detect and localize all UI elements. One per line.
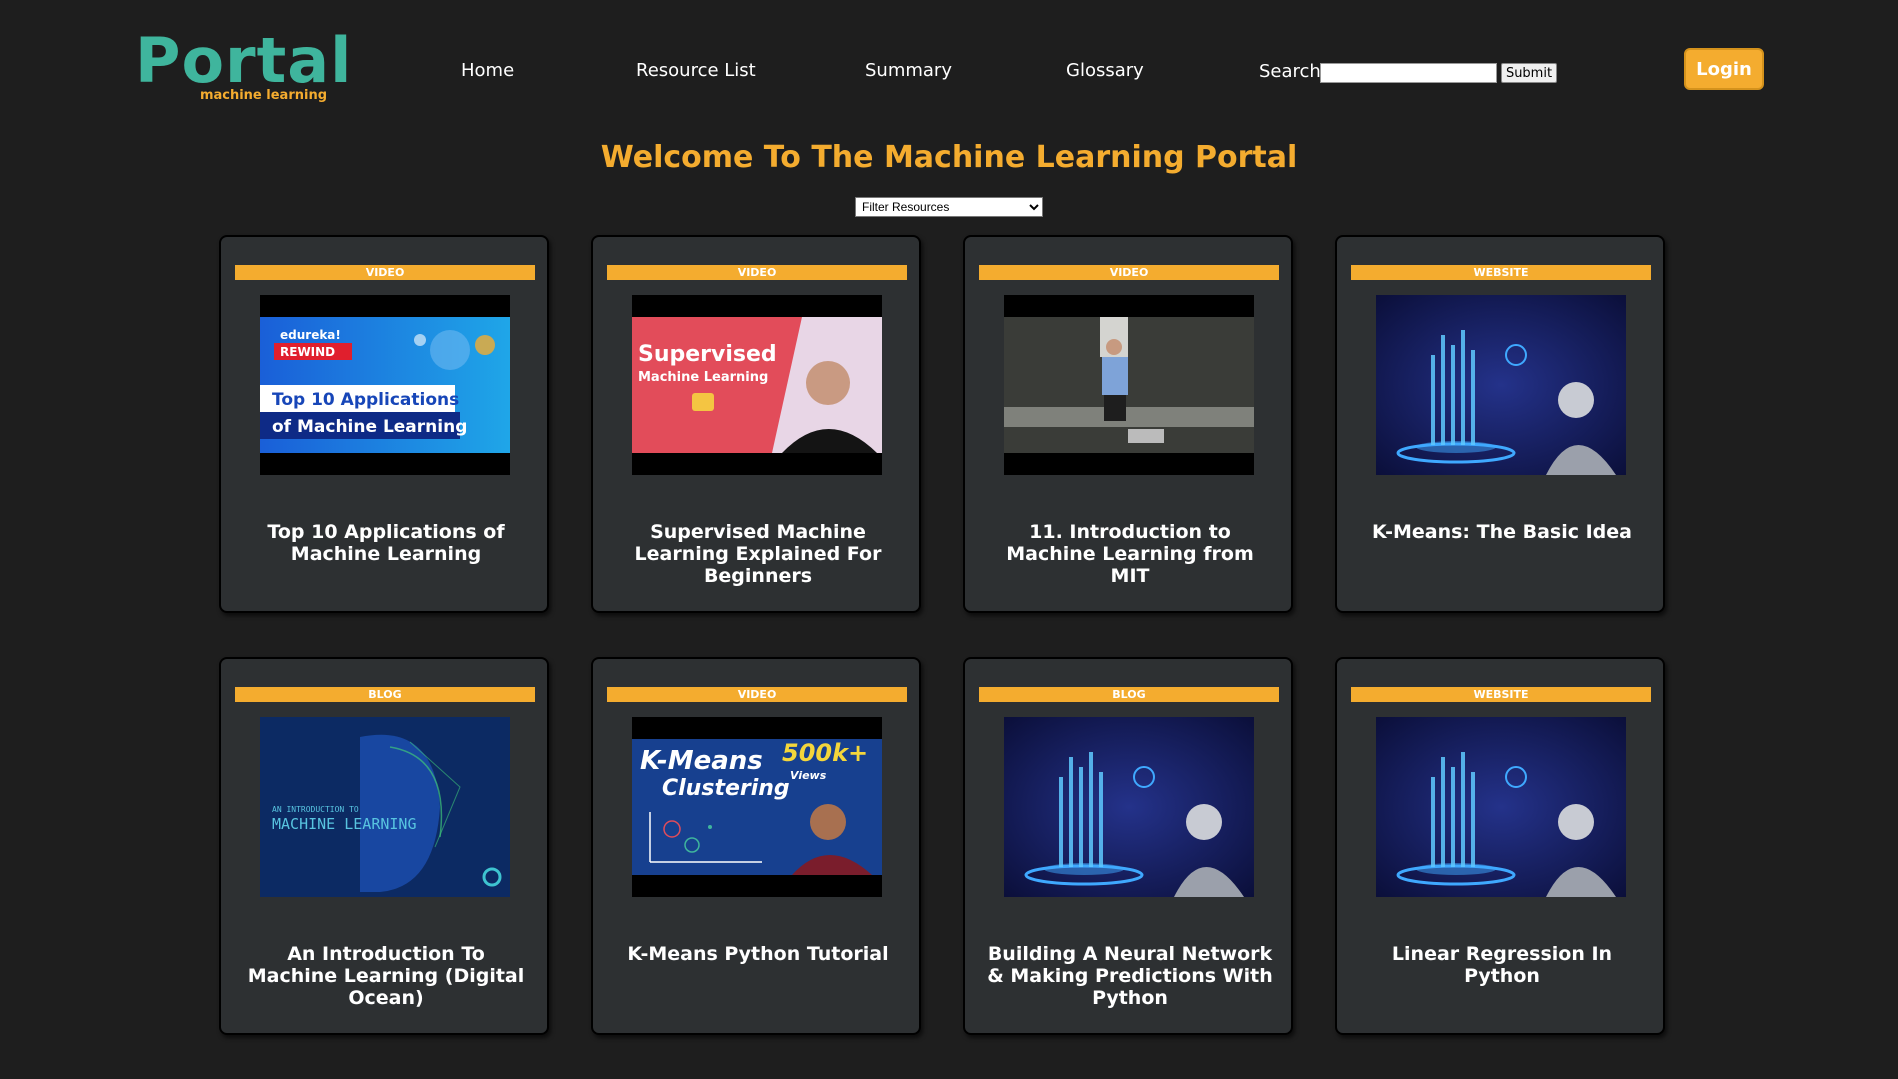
resource-type-badge: WEBSITE: [1351, 265, 1651, 280]
thumb-line2: of Machine Learning: [272, 417, 467, 437]
page-title: Welcome To The Machine Learning Portal: [600, 140, 1298, 175]
resource-title[interactable]: An Introduction To Machine Learning (Dig…: [241, 943, 531, 1009]
thumb-line1: Top 10 Applications: [272, 390, 459, 410]
resource-thumbnail: Supervised Machine Learning: [632, 295, 882, 475]
logo-title: Portal: [135, 24, 353, 97]
resource-title[interactable]: 11. Introduction to Machine Learning fro…: [985, 521, 1275, 587]
resource-card[interactable]: VIDEO K-Means Clustering 500k+ Views K-M…: [591, 657, 921, 1035]
resource-card[interactable]: BLOG Building A Neural Network & Making …: [963, 657, 1293, 1035]
resource-thumbnail: [1376, 717, 1626, 897]
thumb-line2: Clustering: [662, 776, 790, 801]
resource-type-badge: WEBSITE: [1351, 687, 1651, 702]
resource-type-badge: BLOG: [979, 687, 1279, 702]
thumb-line2: MACHINE LEARNING: [272, 815, 417, 833]
resource-card[interactable]: BLOG AN INTRODUCTION TO MACHINE LEARNING…: [219, 657, 549, 1035]
resource-thumbnail: [1004, 717, 1254, 897]
portal-logo[interactable]: Portal machine learning: [135, 28, 351, 108]
thumb-line1: Supervised: [638, 342, 777, 367]
thumb-line2: Machine Learning: [638, 370, 768, 385]
resource-card[interactable]: WEBSITE K-Means: The Basic Idea: [1335, 235, 1665, 613]
resource-title[interactable]: Supervised Machine Learning Explained Fo…: [613, 521, 903, 587]
resource-thumbnail: AN INTRODUCTION TO MACHINE LEARNING: [260, 717, 510, 897]
resource-title[interactable]: Linear Regression In Python: [1357, 943, 1647, 987]
resource-thumbnail: edureka! REWIND Top 10 Applications of M…: [260, 295, 510, 475]
nav-resource-list[interactable]: Resource List: [636, 60, 756, 81]
resource-card[interactable]: VIDEO 11. Introduction to Machine Learni…: [963, 235, 1293, 613]
thumb-line1: K-Means: [640, 746, 763, 776]
header: Portal machine learning Home Resource Li…: [0, 0, 1898, 130]
thumb-tag: REWIND: [280, 345, 335, 359]
resource-title[interactable]: Top 10 Applications of Machine Learning: [241, 521, 531, 565]
resource-thumbnail: K-Means Clustering 500k+ Views: [632, 717, 882, 897]
search-label: Search: [1259, 61, 1321, 82]
thumb-brand: edureka!: [280, 328, 341, 342]
resource-thumbnail: [1004, 295, 1254, 475]
resource-type-badge: VIDEO: [979, 265, 1279, 280]
nav-home[interactable]: Home: [461, 60, 514, 81]
login-button[interactable]: Login: [1684, 48, 1764, 90]
chip-icon: [692, 393, 714, 411]
resource-card[interactable]: VIDEO Supervised Machine Learning Superv…: [591, 235, 921, 613]
nav-summary[interactable]: Summary: [865, 60, 952, 81]
submit-button[interactable]: Submit: [1501, 63, 1557, 83]
search-input[interactable]: [1320, 63, 1497, 83]
laptop-icon: [1128, 429, 1164, 443]
resource-type-badge: VIDEO: [235, 265, 535, 280]
resource-thumbnail: [1376, 295, 1626, 475]
nav-glossary[interactable]: Glossary: [1066, 60, 1144, 81]
resource-title[interactable]: K-Means Python Tutorial: [613, 943, 903, 965]
resource-card[interactable]: VIDEO edureka! REWIND Top 10 Application…: [219, 235, 549, 613]
thumb-views-label: Views: [790, 769, 827, 782]
resource-card[interactable]: WEBSITE Linear Regression In Python: [1335, 657, 1665, 1035]
logo-subtitle: machine learning: [199, 88, 327, 103]
resource-title[interactable]: Building A Neural Network & Making Predi…: [985, 943, 1275, 1009]
thumb-views: 500k+: [782, 739, 868, 767]
resource-type-badge: VIDEO: [607, 687, 907, 702]
filter-resources-select[interactable]: Filter Resources: [855, 197, 1043, 217]
resource-type-badge: BLOG: [235, 687, 535, 702]
resource-type-badge: VIDEO: [607, 265, 907, 280]
resource-title[interactable]: K-Means: The Basic Idea: [1357, 521, 1647, 543]
thumb-line1: AN INTRODUCTION TO: [272, 805, 359, 814]
